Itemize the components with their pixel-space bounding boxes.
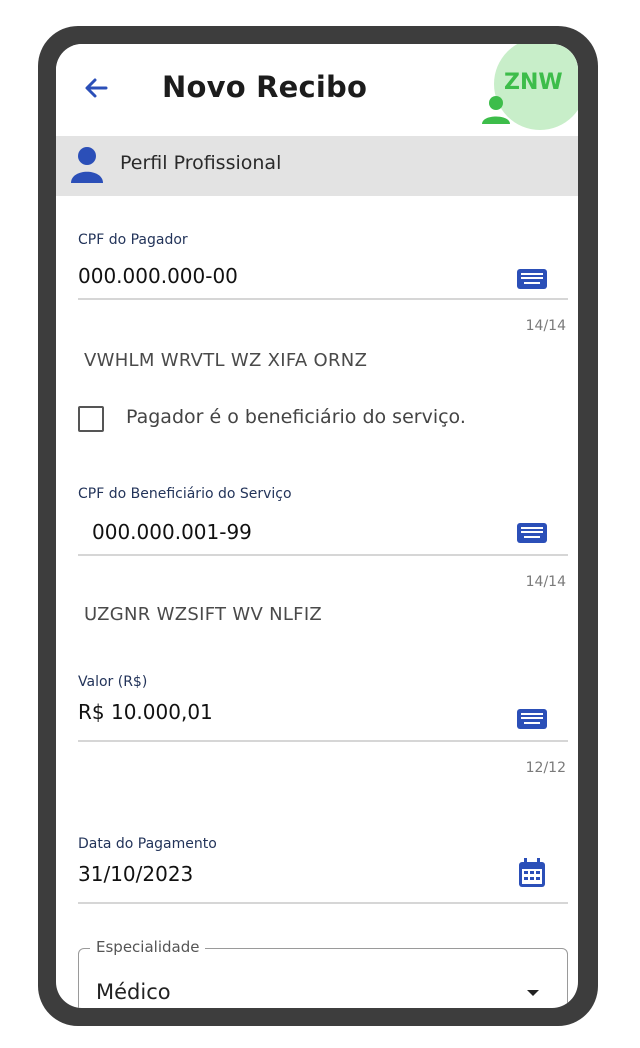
phone-frame: Novo Recibo ZNW Perfil Profissional CPF … (38, 26, 598, 1026)
profile-label: Perfil Profissional (120, 152, 282, 174)
amount-counter: 12/12 (525, 760, 566, 776)
specialty-value: Médico (96, 980, 171, 1004)
payment-date-underline (78, 902, 568, 904)
payment-date-input[interactable]: 31/10/2023 (78, 862, 193, 886)
caret-down-icon[interactable] (526, 988, 540, 998)
page-title: Novo Recibo (162, 70, 368, 104)
beneficiary-name: UZGNR WZSIFT WV NLFIZ (84, 604, 323, 625)
app-screen: Novo Recibo ZNW Perfil Profissional CPF … (56, 44, 578, 1008)
amount-label: Valor (R$) (78, 674, 148, 690)
avatar-initials: ZNW (504, 70, 563, 95)
profile-section-header[interactable]: Perfil Profissional (56, 136, 578, 196)
person-icon (482, 96, 510, 124)
beneficiary-cpf-underline (78, 554, 568, 556)
payer-name: VWHLM WRVTL WZ XIFA ORNZ (84, 350, 368, 371)
payer-cpf-counter: 14/14 (525, 318, 566, 334)
payment-date-label: Data do Pagamento (78, 836, 217, 852)
amount-underline (78, 740, 568, 742)
person-icon (71, 147, 103, 183)
payer-cpf-input[interactable]: 000.000.000-00 (78, 264, 238, 288)
keyboard-icon[interactable] (516, 522, 548, 544)
beneficiary-cpf-label: CPF do Beneficiário do Serviço (78, 486, 292, 502)
payer-cpf-label: CPF do Pagador (78, 232, 188, 248)
beneficiary-same-checkbox[interactable] (78, 406, 104, 432)
top-app-bar: Novo Recibo ZNW (56, 44, 578, 136)
arrow-left-icon[interactable] (80, 72, 112, 104)
beneficiary-same-label: Pagador é o beneficiário do serviço. (126, 406, 466, 428)
keyboard-icon[interactable] (516, 268, 548, 290)
amount-input[interactable]: R$ 10.000,01 (78, 700, 213, 724)
specialty-label: Especialidade (90, 938, 206, 956)
keyboard-icon[interactable] (516, 708, 548, 730)
calendar-icon[interactable] (518, 858, 546, 888)
beneficiary-cpf-input[interactable]: 000.000.001-99 (92, 520, 252, 544)
payer-cpf-underline (78, 298, 568, 300)
beneficiary-cpf-counter: 14/14 (525, 574, 566, 590)
